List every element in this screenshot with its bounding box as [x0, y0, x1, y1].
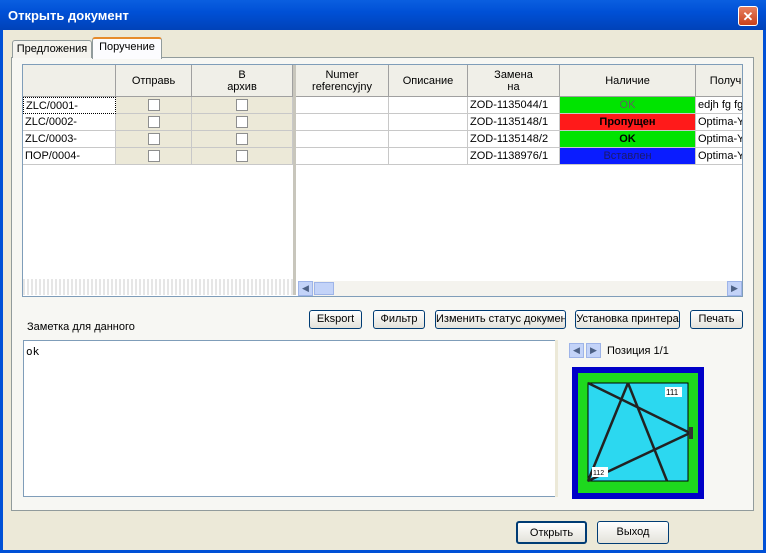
- ref-cell[interactable]: [296, 148, 389, 165]
- header-send[interactable]: Отправь: [116, 65, 192, 97]
- export-button[interactable]: Eksport: [309, 310, 362, 329]
- horizontal-scrollbar[interactable]: ◀ ▶: [298, 281, 742, 296]
- note-label: Заметка для данного: [27, 321, 135, 333]
- header-availability[interactable]: Наличие: [560, 65, 696, 97]
- exit-button[interactable]: Выход: [597, 521, 669, 544]
- documents-grid: Отправь В архив Numer referencyjny Описа…: [22, 64, 743, 297]
- filter-button[interactable]: Фильтр: [373, 310, 425, 329]
- availability-cell[interactable]: Вставлен: [560, 148, 696, 165]
- description-cell[interactable]: [389, 148, 468, 165]
- archive-checkbox[interactable]: [236, 116, 248, 129]
- tab-proposals[interactable]: Предложения: [12, 40, 92, 58]
- availability-cell[interactable]: OK: [560, 97, 696, 114]
- send-cell: [116, 148, 192, 165]
- window-title: Открыть документ: [8, 8, 129, 23]
- send-cell: [116, 114, 192, 131]
- handle-icon: [689, 427, 693, 439]
- availability-cell[interactable]: Пропущен: [560, 114, 696, 131]
- replace-cell[interactable]: ZOD-1135044/1: [468, 97, 560, 114]
- note-scroll-gutter: [555, 340, 558, 497]
- frozen-scroll-area: [23, 279, 293, 295]
- archive-cell: [192, 97, 293, 114]
- recipient-cell[interactable]: Optima-Y: [696, 148, 742, 165]
- change-status-button[interactable]: Изменить статус документ: [435, 310, 566, 329]
- archive-cell: [192, 148, 293, 165]
- ref-cell[interactable]: [296, 97, 389, 114]
- scroll-right-icon[interactable]: ▶: [727, 281, 742, 296]
- preview-label-bottom: 112: [593, 470, 604, 477]
- position-label: Позиция 1/1: [607, 345, 669, 357]
- close-icon: ✕: [742, 9, 754, 24]
- archive-checkbox[interactable]: [236, 133, 248, 146]
- row-id[interactable]: ZLC/0003-: [23, 131, 116, 148]
- replace-cell[interactable]: ZOD-1135148/1: [468, 114, 560, 131]
- recipient-cell[interactable]: edjh fg fg: [696, 97, 742, 114]
- replace-cell[interactable]: ZOD-1138976/1: [468, 148, 560, 165]
- header-archive[interactable]: В архив: [192, 65, 293, 97]
- send-checkbox[interactable]: [147, 133, 160, 146]
- header-replace[interactable]: Замена на: [468, 65, 560, 97]
- next-position-icon[interactable]: ▶: [586, 343, 601, 358]
- row-id[interactable]: ПОР/0004-: [23, 148, 116, 165]
- preview-label-top: 111: [666, 388, 679, 397]
- header-id[interactable]: [23, 65, 116, 97]
- preview-glass: [587, 382, 689, 482]
- availability-cell[interactable]: OK: [560, 131, 696, 148]
- note-textarea[interactable]: ok: [23, 340, 557, 497]
- ref-cell[interactable]: [296, 131, 389, 148]
- close-button[interactable]: ✕: [738, 6, 758, 26]
- header-ref[interactable]: Numer referencyjny: [296, 65, 389, 97]
- send-cell: [116, 131, 192, 148]
- description-cell[interactable]: [389, 131, 468, 148]
- send-cell: [116, 97, 192, 114]
- row-id[interactable]: ZLC/0001-: [23, 97, 116, 114]
- replace-cell[interactable]: ZOD-1135148/2: [468, 131, 560, 148]
- description-cell[interactable]: [389, 114, 468, 131]
- archive-cell: [192, 131, 293, 148]
- title-bar: Открыть документ ✕: [0, 0, 766, 30]
- ref-cell[interactable]: [296, 114, 389, 131]
- description-cell[interactable]: [389, 97, 468, 114]
- header-recipient[interactable]: Получ: [696, 65, 742, 97]
- open-button[interactable]: Открыть: [516, 521, 587, 544]
- archive-cell: [192, 114, 293, 131]
- tab-orders[interactable]: Поручение: [92, 37, 162, 59]
- print-button[interactable]: Печать: [690, 310, 743, 329]
- window-preview: 111 112: [572, 367, 704, 499]
- send-checkbox[interactable]: [147, 116, 160, 129]
- scroll-left-icon[interactable]: ◀: [298, 281, 313, 296]
- printer-setup-button[interactable]: Установка принтера: [575, 310, 680, 329]
- header-description[interactable]: Описание: [389, 65, 468, 97]
- scroll-thumb[interactable]: [314, 282, 334, 295]
- row-id[interactable]: ZLC/0002-: [23, 114, 116, 131]
- prev-position-icon[interactable]: ◀: [569, 343, 584, 358]
- send-checkbox[interactable]: [147, 150, 160, 163]
- recipient-cell[interactable]: Optima-Y: [696, 114, 742, 131]
- archive-checkbox[interactable]: [236, 99, 248, 112]
- send-checkbox[interactable]: [147, 99, 160, 112]
- window-border-left: [0, 30, 3, 553]
- recipient-cell[interactable]: Optima-Y: [696, 131, 742, 148]
- archive-checkbox[interactable]: [236, 150, 248, 163]
